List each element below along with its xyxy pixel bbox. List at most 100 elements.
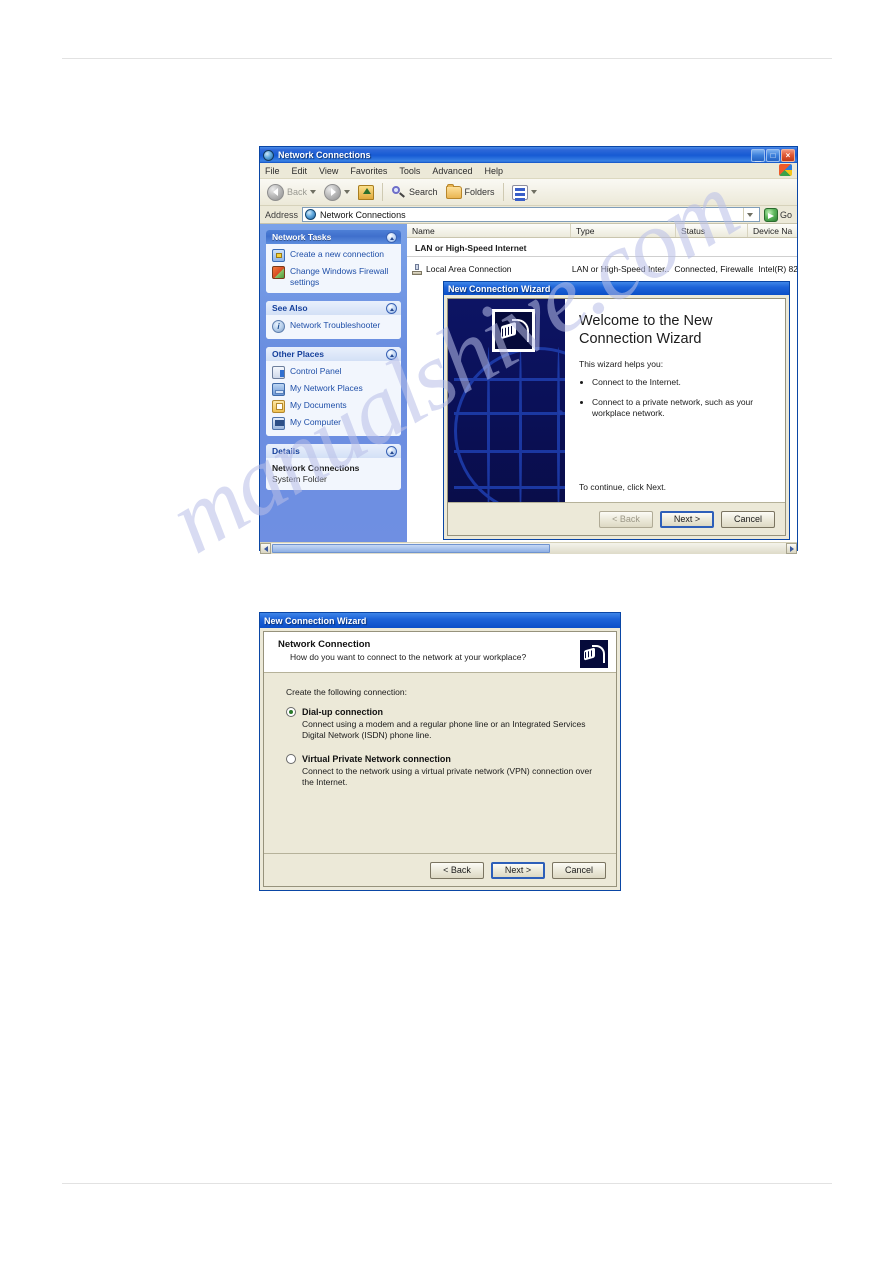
menu-bar: File Edit View Favorites Tools Advanced … [260, 163, 797, 179]
minimize-button[interactable]: _ [751, 148, 765, 163]
menu-item-favorites[interactable]: Favorites [350, 166, 387, 176]
radio-button-icon[interactable] [286, 707, 296, 717]
wizard-welcome-body: Welcome to the New Connection Wizard Thi… [448, 299, 785, 502]
column-header-status[interactable]: Status [676, 224, 748, 237]
menu-item-edit[interactable]: Edit [292, 166, 308, 176]
horizontal-scrollbar[interactable] [260, 543, 797, 554]
wizard-page-content: Create the following connection: Dial-up… [264, 673, 616, 853]
scrollbar-thumb[interactable] [272, 544, 550, 553]
back-button[interactable]: Back [264, 183, 319, 202]
address-input[interactable]: Network Connections [302, 207, 760, 222]
table-row[interactable]: Local Area Connection LAN or High-Speed … [407, 261, 797, 277]
task-pane: Network Tasks Create a new connection Ch… [260, 224, 407, 542]
panel-other-places: Other Places Control Panel My Network Pl… [266, 347, 401, 437]
wizard-inner: Welcome to the New Connection Wizard Thi… [447, 298, 786, 536]
collapse-chevron-icon[interactable] [386, 445, 397, 457]
menu-item-advanced[interactable]: Advanced [432, 166, 472, 176]
close-button[interactable]: × [781, 148, 795, 162]
column-header-device-name[interactable]: Device Na [748, 224, 797, 237]
windows-flag-icon [779, 164, 792, 176]
radio-button-icon[interactable] [286, 754, 296, 765]
option-vpn-connection[interactable]: Virtual Private Network connection [286, 754, 600, 765]
up-button[interactable] [355, 184, 377, 201]
views-button[interactable] [509, 184, 540, 201]
collapse-chevron-icon[interactable] [386, 231, 397, 243]
task-create-new-connection[interactable]: Create a new connection [272, 249, 395, 262]
wizard-titlebar[interactable]: New Connection Wizard [260, 613, 620, 628]
views-dropdown-icon[interactable] [530, 190, 537, 194]
collapse-chevron-icon[interactable] [386, 302, 397, 314]
link-my-documents[interactable]: My Documents [272, 400, 395, 414]
my-computer-icon [272, 417, 285, 431]
new-connection-icon [272, 249, 285, 262]
toolbar-separator [382, 183, 384, 201]
address-dropdown-button[interactable] [742, 208, 757, 221]
up-folder-icon [358, 184, 375, 200]
folders-button[interactable]: Folders [443, 183, 498, 200]
wizard-title: New Connection Wizard [448, 283, 551, 294]
task-change-firewall-settings[interactable]: Change Windows Firewall settings [272, 266, 395, 287]
menu-item-help[interactable]: Help [484, 166, 503, 176]
network-globe-icon [263, 149, 274, 161]
cancel-button[interactable]: Cancel [552, 861, 606, 879]
cancel-button[interactable]: Cancel [721, 510, 775, 528]
panel-body-see-also: Network Troubleshooter [266, 315, 401, 340]
option-description: Connect using a modem and a regular phon… [302, 719, 586, 741]
wizard-bullet: Connect to the Internet. [592, 377, 773, 388]
back-dropdown-icon[interactable] [310, 190, 317, 194]
back-button[interactable]: < Back [599, 510, 653, 528]
connection-plug-icon [492, 309, 535, 352]
scroll-left-button[interactable] [260, 543, 271, 554]
wizard-welcome-text: Welcome to the New Connection Wizard Thi… [565, 299, 785, 502]
panel-header-details[interactable]: Details [266, 444, 401, 459]
maximize-button[interactable]: □ [766, 148, 780, 162]
wizard-banner [448, 299, 565, 502]
page-footer-rule [62, 1183, 832, 1184]
go-button[interactable]: Go [763, 207, 794, 222]
link-my-computer[interactable]: My Computer [272, 417, 395, 431]
option-dial-up-connection[interactable]: Dial-up connection [286, 707, 600, 717]
column-header-type[interactable]: Type [571, 224, 676, 237]
connection-name: Local Area Connection [426, 264, 512, 274]
wizard-page-title: Network Connection [278, 639, 371, 650]
collapse-chevron-icon[interactable] [386, 348, 397, 360]
back-button[interactable]: < Back [430, 861, 484, 879]
toolbar-separator-2 [502, 183, 504, 201]
troubleshooter-icon [272, 320, 285, 334]
scroll-right-button[interactable] [786, 543, 797, 554]
next-button[interactable]: Next > [491, 861, 545, 879]
status-bar [260, 542, 797, 554]
panel-title-other-places: Other Places [272, 349, 324, 360]
link-network-troubleshooter[interactable]: Network Troubleshooter [272, 320, 395, 334]
panel-header-see-also[interactable]: See Also [266, 301, 401, 316]
panel-header-network-tasks[interactable]: Network Tasks [266, 230, 401, 244]
address-label: Address [265, 209, 299, 220]
menu-item-view[interactable]: View [319, 166, 338, 176]
column-header-name[interactable]: Name [407, 224, 571, 237]
link-label: My Network Places [290, 383, 363, 394]
new-connection-wizard-welcome: New Connection Wizard Welcome to the New… [443, 281, 790, 540]
next-button[interactable]: Next > [660, 510, 714, 528]
list-group-header: LAN or High-Speed Internet [407, 238, 797, 257]
page-header-rule [62, 58, 832, 59]
forward-button[interactable] [321, 183, 353, 202]
go-label: Go [779, 209, 792, 220]
menu-item-file[interactable]: File [265, 166, 280, 176]
wizard-footer: < Back Next > Cancel [448, 502, 785, 535]
panel-title-network-tasks: Network Tasks [272, 232, 332, 242]
forward-dropdown-icon[interactable] [344, 190, 351, 194]
panel-header-other-places[interactable]: Other Places [266, 347, 401, 362]
link-my-network-places[interactable]: My Network Places [272, 383, 395, 397]
search-button[interactable]: Search [388, 184, 441, 201]
panel-details: Details Network Connections System Folde… [266, 444, 401, 491]
search-label: Search [409, 187, 438, 197]
panel-body-other-places: Control Panel My Network Places My Docum… [266, 361, 401, 437]
task-label: Change Windows Firewall settings [290, 266, 389, 287]
menu-item-tools[interactable]: Tools [399, 166, 420, 176]
link-control-panel[interactable]: Control Panel [272, 366, 395, 380]
address-bar: Address Network Connections Go [260, 206, 797, 224]
panel-body-network-tasks: Create a new connection Change Windows F… [266, 244, 401, 294]
window-titlebar[interactable]: Network Connections _ □ × [260, 147, 797, 163]
wizard-titlebar[interactable]: New Connection Wizard [444, 282, 789, 295]
back-label: Back [287, 187, 308, 197]
